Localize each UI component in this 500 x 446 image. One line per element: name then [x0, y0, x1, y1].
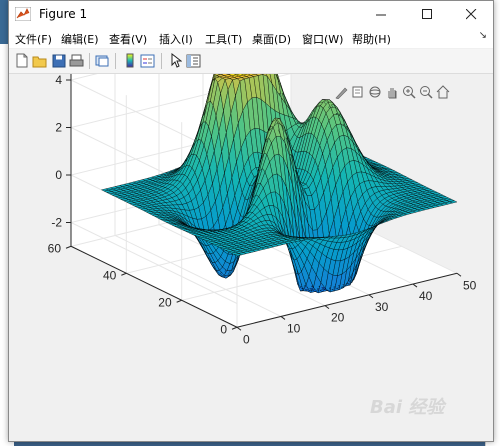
figure-canvas[interactable]: 0 10 20 30 40 50 0 20 40 60 -2 0 2 4 [9, 74, 493, 441]
open-icon[interactable] [31, 52, 48, 69]
toolbar-separator [89, 53, 90, 69]
matlab-app-icon [15, 7, 31, 21]
minimize-button[interactable] [359, 1, 403, 28]
menu-view[interactable]: 查看(V) [109, 31, 147, 47]
y-tick [65, 245, 72, 249]
close-icon [465, 9, 476, 20]
insert-colorbar-icon[interactable] [121, 52, 138, 69]
surface-plot: 0 10 20 30 40 50 0 20 40 60 -2 0 2 4 [48, 74, 477, 346]
figure-window: Figure 1 文件(F) 编辑(E) 查看(V) 插入(I) 工具(T) 桌… [8, 0, 494, 442]
x-tick [456, 272, 462, 277]
z-tick-label: 2 [55, 121, 62, 135]
z-tick-label: -2 [51, 216, 62, 230]
save-icon[interactable] [50, 52, 67, 69]
y-tick-label: 60 [48, 241, 62, 255]
x-tick-label: 40 [419, 289, 433, 303]
print-icon[interactable] [68, 52, 85, 69]
menu-overflow-icon[interactable]: ↘ [479, 30, 487, 41]
y-tick-label: 40 [103, 268, 117, 282]
y-tick [121, 272, 127, 276]
y-tick [231, 326, 238, 330]
edit-plot-icon[interactable] [167, 52, 184, 69]
maximize-icon [421, 9, 432, 19]
baidu-watermark: Bai 经验 [370, 397, 445, 418]
x-tick [368, 294, 374, 299]
close-button[interactable] [449, 1, 493, 28]
x-tick-label: 50 [463, 278, 477, 292]
figure-toolbar [9, 49, 493, 74]
menu-edit[interactable]: 编辑(E) [61, 31, 99, 47]
window-title: Figure 1 [39, 7, 88, 21]
menu-tools[interactable]: 工具(T) [205, 31, 242, 47]
maximize-button[interactable] [405, 1, 449, 28]
toolbar-separator [161, 53, 162, 69]
menu-file[interactable]: 文件(F) [15, 31, 52, 47]
link-plot-icon[interactable] [94, 52, 111, 69]
insert-legend-icon[interactable] [139, 52, 156, 69]
minimize-icon [375, 14, 386, 16]
x-tick [236, 326, 242, 331]
menu-desktop[interactable]: 桌面(D) [252, 31, 291, 47]
property-inspector-icon[interactable] [185, 52, 202, 69]
x-tick-label: 20 [331, 311, 345, 325]
toolbar-separator [115, 53, 116, 69]
menu-window[interactable]: 窗口(W) [302, 31, 343, 47]
y-tick [176, 299, 182, 303]
x-tick-label: 30 [375, 300, 389, 314]
x-tick-label: 10 [287, 321, 301, 335]
y-tick-label: 20 [158, 295, 172, 309]
y-tick-label: 0 [220, 322, 227, 336]
z-tick-label: 0 [55, 168, 62, 182]
x-tick [280, 316, 286, 320]
x-tick [412, 283, 418, 288]
z-tick-label: 4 [55, 74, 62, 87]
new-figure-icon[interactable] [13, 52, 30, 69]
menu-insert[interactable]: 插入(I) [159, 31, 193, 47]
menu-help[interactable]: 帮助(H) [352, 31, 391, 47]
menu-bar: 文件(F) 编辑(E) 查看(V) 插入(I) 工具(T) 桌面(D) 窗口(W… [9, 28, 493, 48]
x-tick [324, 305, 330, 310]
x-tick-label: 0 [243, 332, 250, 346]
title-bar: Figure 1 [9, 1, 493, 28]
